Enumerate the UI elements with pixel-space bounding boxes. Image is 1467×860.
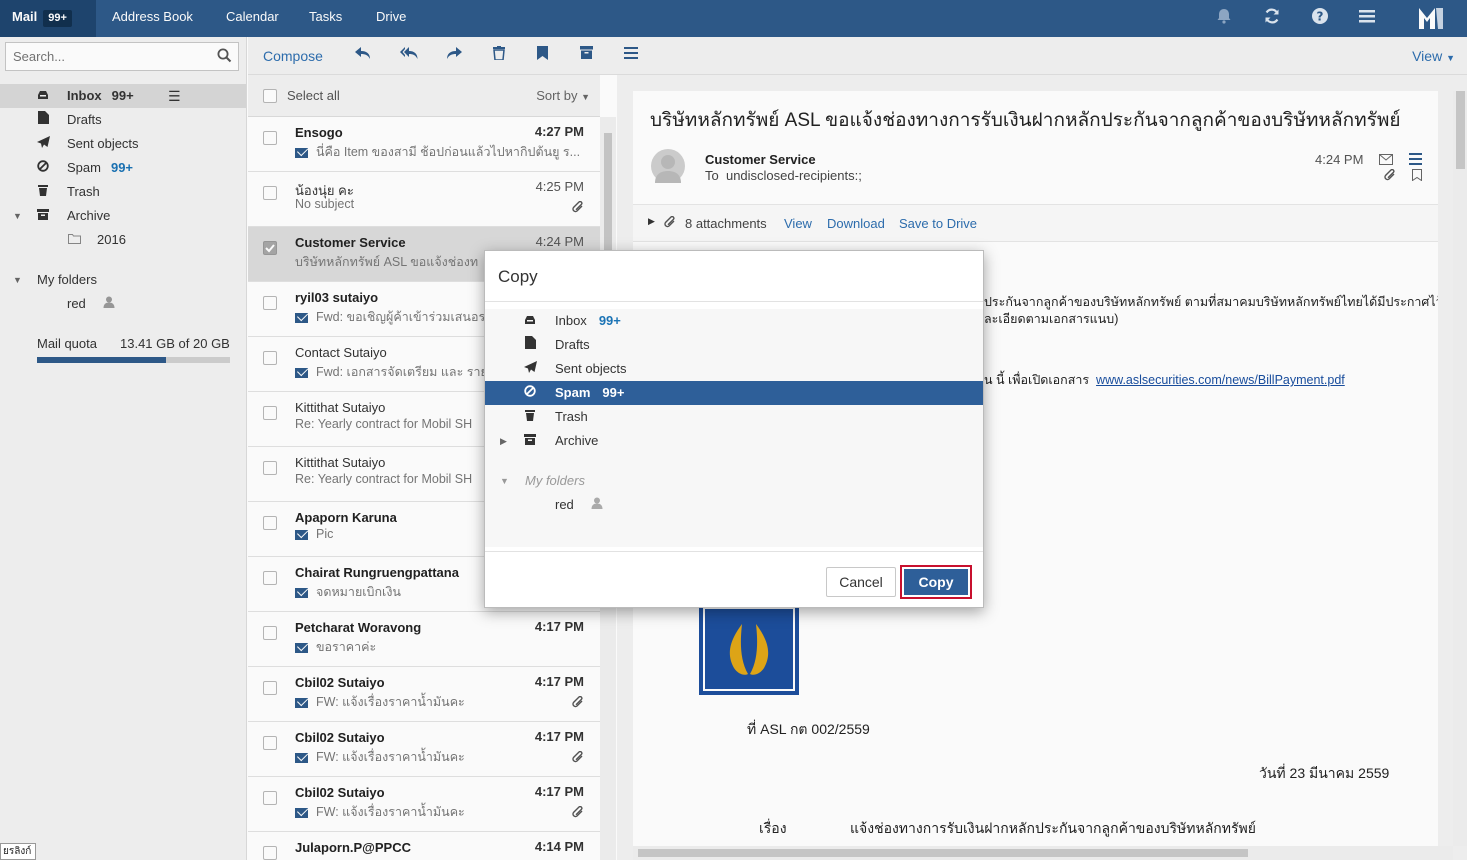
inbox-icon: [523, 309, 537, 333]
folder-label: Drafts: [555, 337, 590, 352]
shared-user-icon: [591, 493, 603, 517]
dialog-folder-tree: Inbox 99+ Drafts Sent objects Spam 99+ Tra…: [485, 309, 983, 547]
folder-label: Inbox: [555, 313, 587, 328]
folder-label: Spam: [555, 385, 591, 400]
dialog-my-folders-header[interactable]: ▼ My folders: [485, 469, 983, 493]
dialog-folder-trash[interactable]: Trash: [485, 405, 983, 429]
folder-count-badge: 99+: [602, 385, 625, 400]
archive-icon: [523, 429, 537, 453]
copy-dialog: Copy Inbox 99+ Drafts Sent objects Spam 99…: [484, 250, 984, 608]
folder-label: Archive: [555, 433, 599, 448]
spam-icon: [523, 381, 537, 405]
draft-icon: [523, 333, 537, 357]
folder-count-badge: 99+: [598, 313, 621, 328]
expand-caret-icon[interactable]: ▼: [500, 469, 509, 493]
folder-label: Trash: [555, 409, 588, 424]
my-folders-title: My folders: [525, 473, 585, 488]
dialog-folder-archive[interactable]: ▶ Archive: [485, 429, 983, 453]
trash-icon: [523, 405, 537, 429]
divider: [485, 301, 983, 302]
send-icon: [523, 357, 537, 381]
copy-button[interactable]: Copy: [900, 565, 972, 599]
dialog-folder-spam[interactable]: Spam 99+: [485, 381, 983, 405]
dialog-folder-red[interactable]: red: [485, 493, 983, 517]
dialog-folder-drafts[interactable]: Drafts: [485, 333, 983, 357]
folder-label: red: [555, 497, 574, 512]
dialog-title: Copy: [498, 267, 538, 286]
cancel-button[interactable]: Cancel: [826, 567, 896, 597]
folder-label: Sent objects: [555, 361, 627, 376]
dialog-folder-inbox[interactable]: Inbox 99+: [485, 309, 983, 333]
divider: [485, 551, 983, 552]
dialog-folder-sent[interactable]: Sent objects: [485, 357, 983, 381]
link-tooltip: ยรลิงก์: [0, 843, 36, 860]
expand-caret-icon[interactable]: ▶: [500, 429, 507, 453]
